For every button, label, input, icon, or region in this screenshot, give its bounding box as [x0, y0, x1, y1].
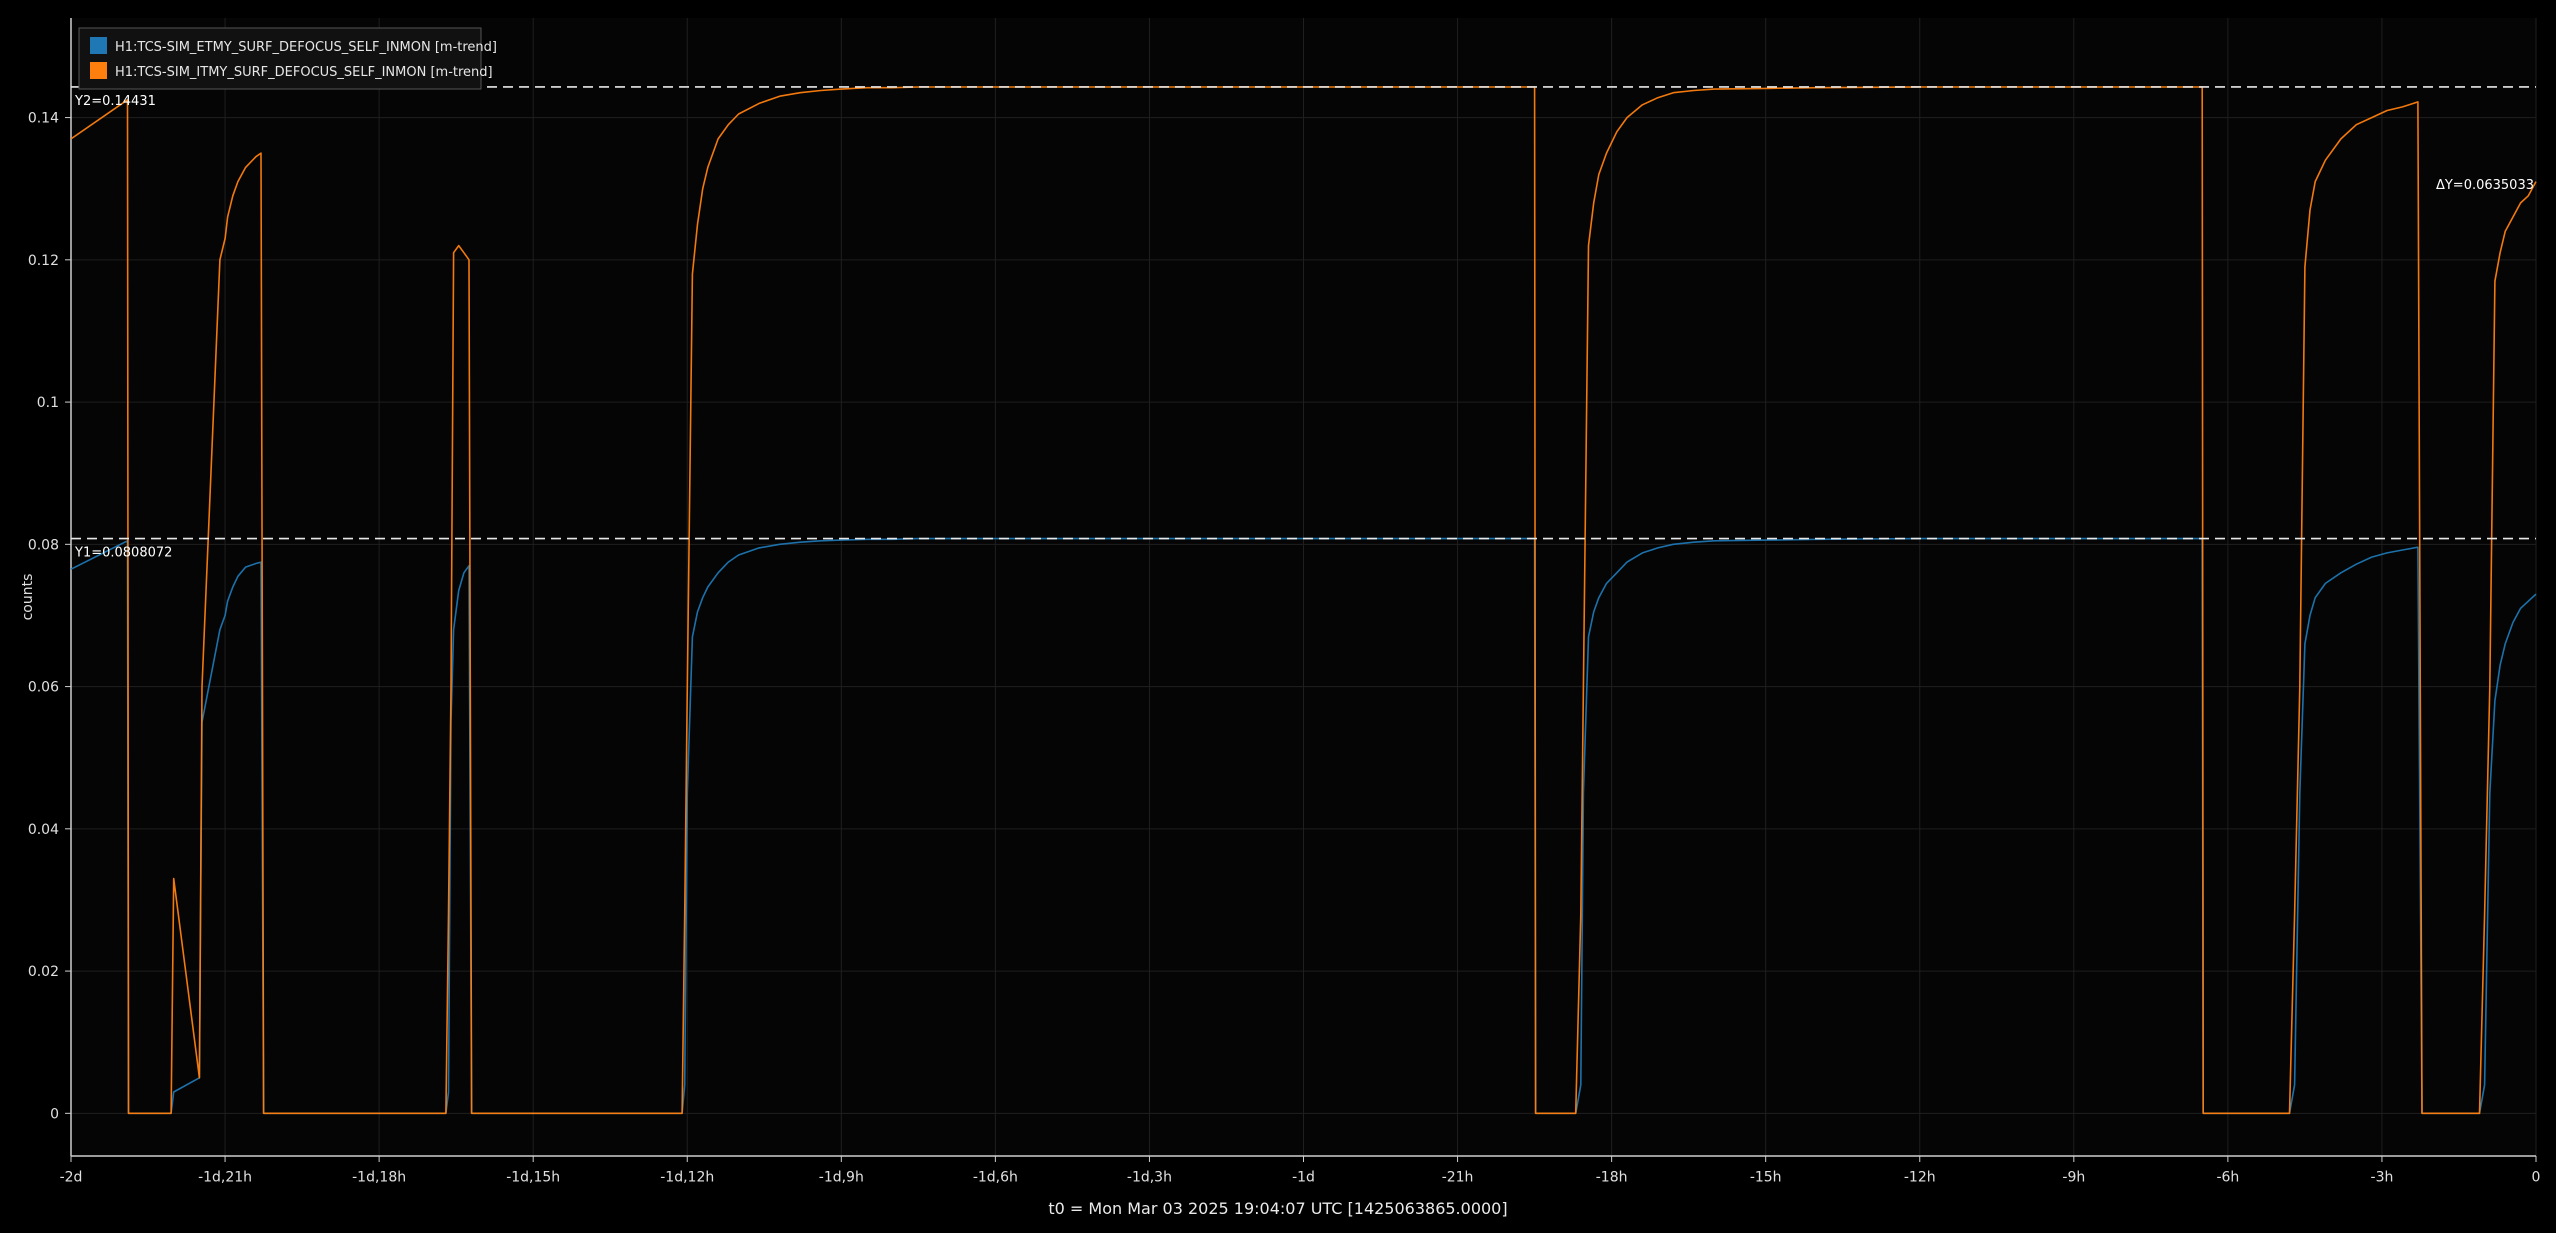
legend-swatch-itmy — [90, 62, 107, 79]
x-tick-label: -1d,3h — [1127, 1170, 1172, 1186]
y-tick-label: 0.14 — [28, 111, 59, 127]
x-tick-label: -18h — [1596, 1170, 1628, 1186]
y-tick-label: 0.04 — [28, 822, 59, 838]
x-tick-label: -21h — [1442, 1170, 1474, 1186]
legend-swatch-etmy — [90, 37, 107, 54]
x-tick-label: -6h — [2216, 1170, 2239, 1186]
x-tick-label: -1d,21h — [198, 1170, 252, 1186]
y-tick-label: 0.02 — [28, 964, 59, 980]
x-tick-label: -1d,15h — [506, 1170, 560, 1186]
legend: H1:TCS-SIM_ETMY_SURF_DEFOCUS_SELF_INMON … — [78, 27, 497, 90]
x-tick-label: -12h — [1904, 1170, 1936, 1186]
x-tick-label: -1d,9h — [819, 1170, 864, 1186]
y-tick-label: 0 — [50, 1106, 59, 1122]
x-tick-label: -1d — [1292, 1170, 1315, 1186]
chart: -2d -1d,21h -1d,18h -1d,15h -1d,12h -1d,9h -1d… — [0, 0, 2556, 1233]
time-origin-footer: t0 = Mon Mar 03 2025 19:04:07 UTC [14250… — [1048, 1199, 1507, 1218]
cursor-y1-label: Y1=0.0808072 — [74, 546, 172, 561]
y-tick-label: 0.08 — [28, 537, 59, 553]
grid — [70, 18, 2537, 1156]
y-tick-label: 0.12 — [28, 253, 59, 269]
x-tick-label: 0 — [2532, 1170, 2541, 1186]
x-tick-label: -2d — [60, 1170, 83, 1186]
x-tick-label: -1d,18h — [352, 1170, 406, 1186]
y-tick-label: 0.1 — [37, 395, 59, 411]
x-tick-label: -1d,12h — [660, 1170, 714, 1186]
y-tick-label: 0.06 — [28, 680, 59, 696]
y-axis-label: counts — [20, 574, 36, 621]
cursor-delta-label: ΔY=0.0635033 — [2436, 178, 2534, 193]
x-tick-label: -1d,6h — [973, 1170, 1018, 1186]
x-tick-label: -3h — [2371, 1170, 2394, 1186]
x-tick-label: -9h — [2062, 1170, 2085, 1186]
legend-label-itmy: H1:TCS-SIM_ITMY_SURF_DEFOCUS_SELF_INMON … — [115, 65, 493, 80]
cursor-y2-label: Y2=0.14431 — [74, 94, 156, 109]
x-tick-label: -15h — [1750, 1170, 1782, 1186]
legend-label-etmy: H1:TCS-SIM_ETMY_SURF_DEFOCUS_SELF_INMON … — [115, 40, 497, 55]
